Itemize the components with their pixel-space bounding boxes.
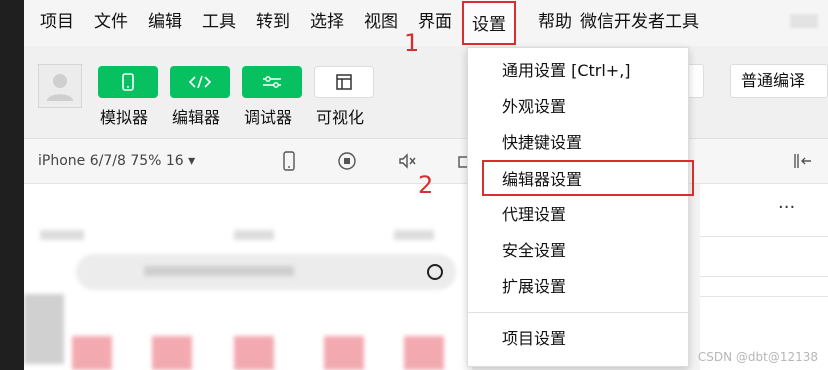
menu-goto[interactable]: 转到 (256, 10, 290, 34)
menu-select[interactable]: 选择 (310, 10, 344, 34)
editor-left-strip (0, 0, 24, 370)
blurred-icon (234, 336, 274, 370)
blurred-text (234, 230, 274, 240)
panel-divider (700, 276, 828, 277)
annotation-number-1: 1 (404, 29, 420, 57)
menu-item-appearance-settings[interactable]: 外观设置 (468, 89, 688, 125)
menu-item-extension-settings[interactable]: 扩展设置 (468, 269, 688, 305)
window-controls[interactable] (790, 14, 818, 28)
simulator-preview (24, 184, 472, 370)
debugger-button[interactable] (242, 66, 302, 98)
debugger-label: 调试器 (244, 108, 293, 127)
collapse-panel-icon[interactable] (792, 150, 814, 172)
menu-item-shortcut-settings[interactable]: 快捷键设置 (468, 125, 688, 161)
menu-wechat-devtools[interactable]: 微信开发者工具 (580, 10, 699, 34)
menu-tools[interactable]: 工具 (202, 10, 236, 34)
right-panel: ··· (700, 184, 828, 370)
blurred-text (394, 230, 434, 240)
avatar[interactable] (38, 64, 82, 108)
blurred-text (144, 266, 294, 276)
phone-icon (122, 73, 134, 91)
menu-separator (468, 312, 688, 313)
visualization-button[interactable] (314, 66, 374, 98)
panel-divider (700, 236, 828, 237)
menu-edit[interactable]: 编辑 (148, 10, 182, 34)
menu-view[interactable]: 视图 (364, 10, 398, 34)
visualization-label: 可视化 (316, 108, 365, 127)
blurred-edge (24, 294, 64, 364)
blurred-icon (324, 336, 364, 370)
stop-icon[interactable] (336, 150, 358, 172)
blurred-text (40, 230, 84, 240)
menu-interface[interactable]: 界面 (418, 10, 452, 34)
search-icon (427, 264, 443, 280)
code-icon (188, 75, 212, 89)
panel-divider (700, 296, 828, 297)
simulator-button[interactable] (98, 66, 158, 98)
user-icon (47, 74, 73, 101)
menu-item-editor-settings[interactable]: 编辑器设置 (482, 160, 694, 196)
menu-item-proxy-settings[interactable]: 代理设置 (468, 197, 688, 233)
menu-bar: 项目 文件 编辑 工具 转到 选择 视图 界面 设置 帮助 微信开发者工具 (24, 0, 828, 46)
wechat-devtools-window: 项目 文件 编辑 工具 转到 选择 视图 界面 设置 帮助 微信开发者工具 模拟… (24, 0, 828, 370)
menu-help[interactable]: 帮助 (538, 10, 572, 34)
layout-icon (336, 74, 352, 90)
annotation-number-2: 2 (418, 171, 434, 199)
blurred-icon (404, 336, 444, 370)
blurred-icon (152, 336, 192, 370)
editor-button[interactable] (170, 66, 230, 98)
debug-sliders-icon (263, 76, 281, 88)
simulator-label: 模拟器 (100, 108, 149, 127)
mute-icon[interactable] (396, 150, 418, 172)
menu-settings[interactable]: 设置 (462, 1, 516, 45)
phone-outline-icon[interactable] (278, 150, 300, 172)
toolbar: 模拟器 编辑器 调试器 可视化 普通编译 (24, 46, 828, 139)
menu-project[interactable]: 项目 (40, 10, 74, 34)
menu-item-general-settings[interactable]: 通用设置 [Ctrl+,] (468, 53, 688, 89)
device-selector[interactable]: iPhone 6/7/8 75% 16 ▾ (38, 151, 195, 171)
blurred-icon (72, 336, 112, 370)
compile-mode-button[interactable]: 普通编译 (730, 64, 828, 98)
settings-dropdown-menu: 通用设置 [Ctrl+,] 外观设置 快捷键设置 编辑器设置 代理设置 安全设置… (467, 47, 694, 367)
menu-item-project-settings[interactable]: 项目设置 (468, 321, 688, 357)
watermark: CSDN @dbt@12138 (697, 350, 818, 364)
editor-label: 编辑器 (172, 108, 221, 127)
more-icon[interactable]: ··· (778, 198, 795, 218)
menu-file[interactable]: 文件 (94, 10, 128, 34)
menu-item-security-settings[interactable]: 安全设置 (468, 233, 688, 269)
